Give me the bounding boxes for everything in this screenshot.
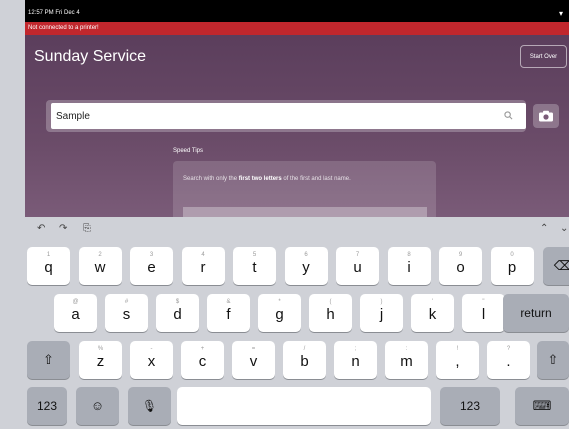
app-area: Sunday Service Start Over Speed Tips Sea…	[25, 35, 569, 221]
printer-alert-text: Not connected to a printer!	[28, 25, 99, 31]
search-icon[interactable]	[504, 111, 513, 120]
key-v[interactable]: = v	[232, 341, 275, 379]
status-time: 12:57 PM Fri Dec 4	[28, 10, 80, 16]
camera-icon	[539, 110, 553, 122]
shift-left-key[interactable]: ⇧	[27, 341, 70, 379]
speed-tips-text: Search with only the first two letters o…	[183, 176, 351, 182]
chevron-up-icon[interactable]: ⌃	[540, 223, 548, 234]
key-x[interactable]: -x	[130, 341, 173, 379]
wifi-icon: ▾	[558, 9, 563, 18]
paste-icon[interactable]: ⎘	[83, 223, 91, 234]
redo-icon[interactable]: ↷	[59, 223, 67, 234]
numbers-key-right[interactable]: 123	[440, 387, 500, 425]
key-f[interactable]: & f	[207, 294, 250, 332]
key-o[interactable]: 9o	[439, 247, 482, 285]
key-y[interactable]: 6y	[284, 247, 328, 285]
onscreen-keyboard: ↶ ↷ ⎘ ⌃ ⌄ 1 q 2 w 3 e 4 r 5 t 6 y 7 u 8 i 9 o 0 p ⌫ @ a # s $ d & f *…	[25, 217, 569, 429]
start-over-button[interactable]: Start Over	[520, 45, 567, 68]
key-s[interactable]: # s	[105, 294, 148, 332]
key-h[interactable]: (h	[309, 294, 352, 332]
key-j[interactable]: ) j	[360, 294, 403, 332]
key-d[interactable]: $ d	[156, 294, 199, 332]
delete-key[interactable]: ⌫	[543, 247, 569, 285]
chevron-down-icon[interactable]: ⌄	[560, 223, 568, 234]
key-r[interactable]: 4r	[181, 247, 225, 285]
numbers-key-left[interactable]: 123	[27, 387, 67, 425]
key-i[interactable]: 8i	[387, 247, 431, 285]
key-p[interactable]: 0p	[490, 247, 534, 285]
emoji-key[interactable]: ☺	[76, 387, 119, 425]
key-comma[interactable]: !,	[436, 341, 479, 379]
camera-button[interactable]	[533, 104, 559, 128]
page-title: Sunday Service	[34, 48, 147, 65]
key-n[interactable]: ; n	[334, 341, 377, 379]
key-z[interactable]: % z	[79, 341, 122, 379]
printer-alert-banner: Not connected to a printer!	[25, 22, 569, 35]
dictation-key[interactable]: 🎙	[128, 387, 171, 425]
key-t[interactable]: 5t	[233, 247, 276, 285]
key-m[interactable]: :m	[385, 341, 428, 379]
status-bar: 12:57 PM Fri Dec 4 ▾	[25, 0, 569, 22]
key-e[interactable]: 3e	[130, 247, 173, 285]
key-q[interactable]: 1q	[27, 247, 70, 285]
undo-icon[interactable]: ↶	[37, 223, 45, 234]
key-b[interactable]: / b	[283, 341, 326, 379]
search-input[interactable]	[51, 103, 526, 129]
speed-tips-box: Search with only the first two letters o…	[173, 161, 436, 221]
shift-right-key[interactable]: ⇧	[537, 341, 569, 379]
return-key[interactable]: return	[503, 294, 569, 332]
ipad-screen: 12:57 PM Fri Dec 4 ▾ Not connected to a …	[25, 0, 569, 429]
key-w[interactable]: 2w	[78, 247, 122, 285]
space-bar[interactable]	[177, 387, 431, 425]
key-c[interactable]: + c	[181, 341, 224, 379]
key-k[interactable]: ' k	[411, 294, 454, 332]
key-g[interactable]: * g	[258, 294, 301, 332]
hide-keyboard-key[interactable]: ⌨	[515, 387, 569, 425]
key-l[interactable]: " l	[462, 294, 505, 332]
key-a[interactable]: @ a	[54, 294, 97, 332]
key-u[interactable]: 7u	[336, 247, 379, 285]
speed-tips-title: Speed Tips	[173, 148, 204, 154]
key-period[interactable]: ?.	[487, 341, 530, 379]
